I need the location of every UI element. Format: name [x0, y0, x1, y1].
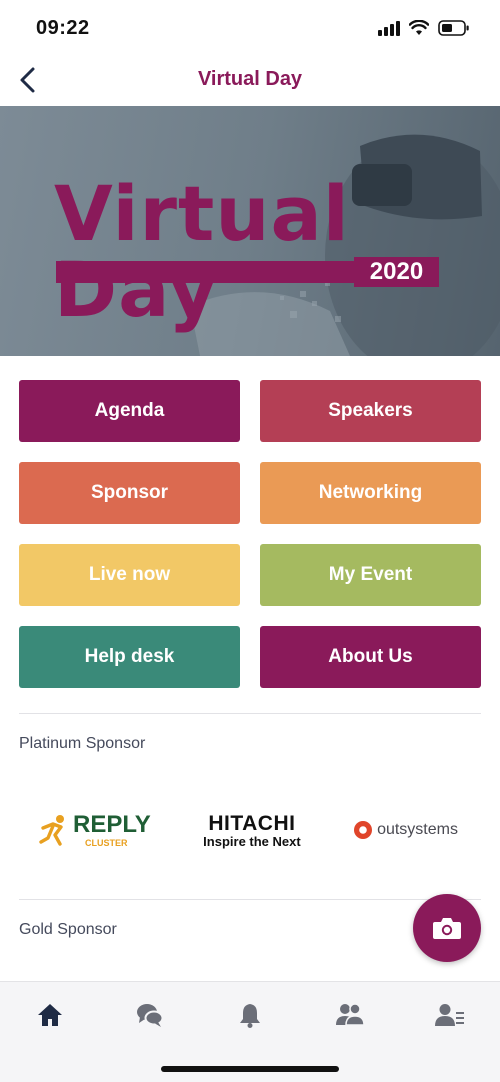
- tab-notifications[interactable]: [230, 1000, 270, 1030]
- divider: [19, 899, 481, 900]
- hitachi-logo[interactable]: HITACHI Inspire the Next: [203, 813, 301, 848]
- camera-icon: [433, 918, 461, 939]
- my-event-button[interactable]: My Event: [260, 544, 481, 606]
- status-bar: 09:22: [0, 0, 500, 58]
- menu-grid: Agenda Speakers Sponsor Networking Live …: [19, 380, 481, 688]
- live-now-button[interactable]: Live now: [19, 544, 240, 606]
- reply-logo[interactable]: REPLY CLUSTER: [39, 810, 151, 848]
- wifi-icon: [409, 20, 429, 35]
- people-icon: [336, 1003, 365, 1026]
- tab-people[interactable]: [330, 1000, 370, 1030]
- sponsor-button[interactable]: Sponsor: [19, 462, 240, 524]
- reply-runner-icon: [39, 815, 64, 846]
- reply-wordmark: REPLY: [73, 810, 151, 838]
- battery-icon: [438, 20, 469, 36]
- divider: [19, 713, 481, 714]
- hitachi-wordmark: HITACHI: [208, 811, 296, 835]
- signal-icon: [378, 20, 400, 36]
- home-indicator: [161, 1066, 339, 1072]
- outsystems-ring-icon: [354, 821, 373, 839]
- hitachi-tagline: Inspire the Next: [203, 833, 301, 849]
- nav-header: Virtual Day: [0, 58, 500, 106]
- chat-icon: [137, 1004, 164, 1027]
- about-us-button[interactable]: About Us: [260, 626, 481, 688]
- outsystems-logo[interactable]: outsystems: [353, 820, 458, 840]
- app-screen: 09:22 Virtual Day Virtual Day 2020 Agend…: [0, 0, 500, 1082]
- reply-sub: CLUSTER: [85, 837, 128, 848]
- tab-chat[interactable]: [130, 1000, 170, 1030]
- gold-sponsor-heading: Gold Sponsor: [19, 921, 117, 938]
- platinum-sponsor-logos: REPLY CLUSTER HITACHI Inspire the Next o…: [19, 800, 481, 860]
- status-icons: [378, 20, 470, 36]
- agenda-button[interactable]: Agenda: [19, 380, 240, 442]
- networking-button[interactable]: Networking: [260, 462, 481, 524]
- tab-bar: [0, 981, 500, 1082]
- tab-home[interactable]: [30, 1000, 70, 1030]
- camera-button[interactable]: [413, 894, 481, 962]
- status-time: 09:22: [36, 17, 90, 39]
- outsystems-wordmark: outsystems: [377, 821, 458, 838]
- event-banner: Virtual Day 2020: [0, 106, 500, 356]
- speakers-button[interactable]: Speakers: [260, 380, 481, 442]
- bell-icon: [240, 1004, 260, 1028]
- help-desk-button[interactable]: Help desk: [19, 626, 240, 688]
- home-icon: [38, 1004, 62, 1026]
- platinum-sponsor-heading: Platinum Sponsor: [19, 735, 146, 752]
- banner-year: 2020: [354, 257, 439, 287]
- banner-title: Virtual Day: [54, 169, 350, 334]
- profile-icon: [435, 1004, 464, 1026]
- page-title: Virtual Day: [197, 68, 303, 90]
- banner-stripe: [56, 261, 358, 283]
- tab-profile[interactable]: [430, 1000, 470, 1030]
